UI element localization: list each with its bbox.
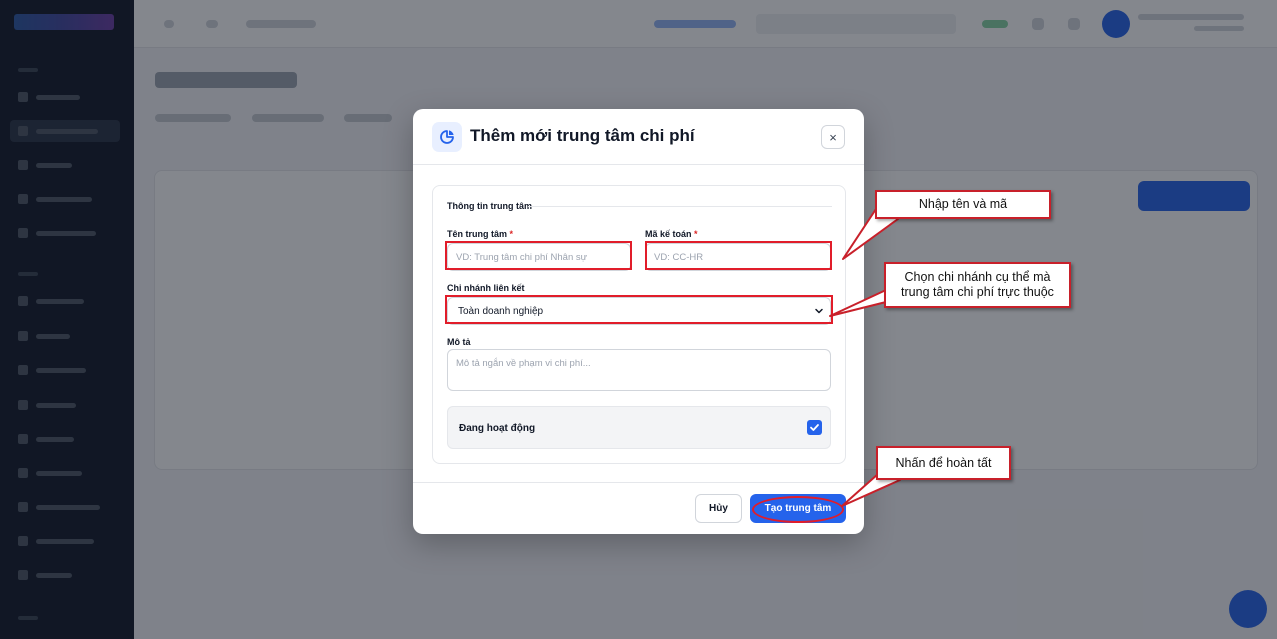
section-divider: [528, 206, 832, 207]
footer-divider: [413, 482, 864, 483]
name-label: Tên trung tâm *: [447, 229, 513, 239]
branch-select[interactable]: Toàn doanh nghiệp: [447, 297, 831, 325]
create-button[interactable]: Tạo trung tâm: [750, 494, 846, 523]
required-mark: *: [509, 229, 514, 239]
callout-name-code-text: Nhập tên và mã: [918, 197, 1008, 211]
modal-header: Thêm mới trung tâm chi phí ×: [413, 109, 864, 165]
callout-name-code: Nhập tên và mã: [875, 190, 1051, 219]
callout-branch: Chọn chi nhánh cụ thể mà trung tâm chi p…: [884, 262, 1071, 308]
modal-title: Thêm mới trung tâm chi phí: [470, 126, 695, 145]
name-input[interactable]: [447, 243, 631, 271]
callout-finish-text: Nhấn để hoàn tất: [895, 455, 992, 470]
active-toggle-row: Đang hoạt động: [447, 406, 831, 449]
create-cost-center-modal: Thêm mới trung tâm chi phí × Thông tin t…: [413, 109, 864, 534]
active-label: Đang hoạt động: [459, 423, 536, 434]
callout-branch-line1: Chọn chi nhánh cụ thể mà: [904, 270, 1051, 284]
close-icon: ×: [829, 129, 837, 145]
close-button[interactable]: ×: [821, 125, 845, 149]
code-input[interactable]: [645, 243, 831, 271]
branch-select-value: Toàn doanh nghiệp: [458, 305, 544, 317]
active-checkbox[interactable]: [807, 420, 822, 435]
callout-finish: Nhấn để hoàn tất: [876, 446, 1011, 480]
chevron-down-icon: [815, 308, 823, 314]
info-section: Thông tin trung tâm Tên trung tâm * Mã k…: [432, 185, 846, 464]
check-icon: [810, 424, 819, 431]
branch-label: Chi nhánh liên kết: [447, 283, 525, 293]
description-input[interactable]: [447, 349, 831, 391]
callout-branch-line2: trung tâm chi phí trực thuộc: [901, 285, 1054, 299]
section-title: Thông tin trung tâm: [447, 201, 532, 211]
name-label-text: Tên trung tâm: [447, 229, 507, 239]
code-label: Mã kế toán *: [645, 229, 698, 239]
pie-chart-icon: [432, 122, 462, 152]
cancel-button[interactable]: Hủy: [695, 494, 742, 523]
description-label: Mô tả: [447, 337, 471, 347]
code-label-text: Mã kế toán: [645, 229, 692, 239]
required-mark: *: [694, 229, 698, 239]
